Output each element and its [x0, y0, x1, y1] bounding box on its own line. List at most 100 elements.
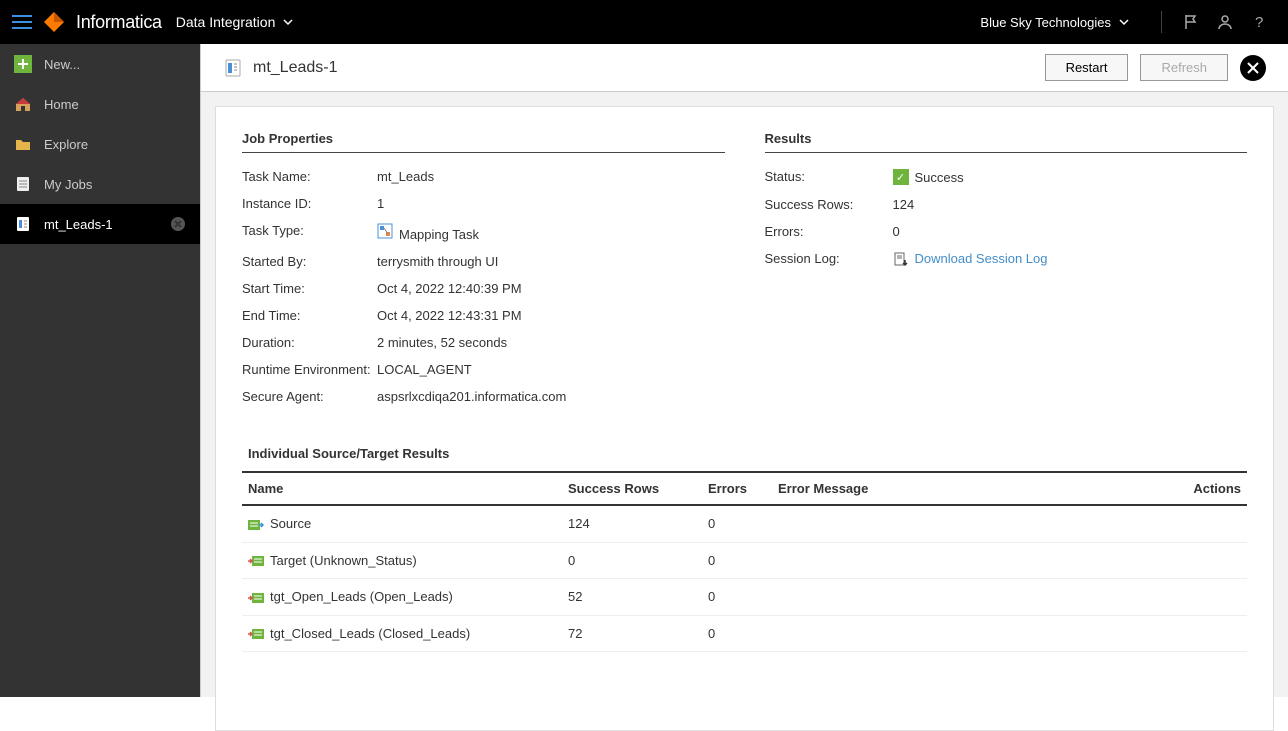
home-icon	[14, 95, 32, 113]
folder-icon	[14, 135, 32, 153]
row-error-message	[772, 542, 1167, 579]
label: End Time:	[242, 308, 377, 323]
results-section: Results Status:✓Success Success Rows:124…	[765, 131, 1248, 410]
runtime-env-value: LOCAL_AGENT	[377, 362, 472, 377]
duration-value: 2 minutes, 52 seconds	[377, 335, 507, 350]
end-time-value: Oct 4, 2022 12:43:31 PM	[377, 308, 522, 323]
chevron-down-icon	[281, 15, 295, 29]
row-success-rows: 72	[562, 615, 702, 652]
sidebar-item-label: My Jobs	[44, 177, 92, 192]
started-by-value: terrysmith through UI	[377, 254, 498, 269]
label: Runtime Environment:	[242, 362, 377, 377]
divider	[1161, 11, 1162, 33]
table-row: tgt_Closed_Leads (Closed_Leads) 720	[242, 615, 1247, 652]
download-session-log-link[interactable]: Download Session Log	[915, 251, 1048, 266]
col-errors: Errors	[702, 472, 772, 505]
secure-agent-value: aspsrlxcdiqa201.informatica.com	[377, 389, 566, 404]
label: Started By:	[242, 254, 377, 269]
row-errors: 0	[702, 579, 772, 616]
refresh-button: Refresh	[1140, 54, 1228, 81]
target-icon	[248, 591, 264, 605]
restart-button[interactable]: Restart	[1045, 54, 1129, 81]
row-actions	[1167, 615, 1247, 652]
user-icon[interactable]	[1216, 13, 1234, 31]
instance-id-value: 1	[377, 196, 384, 211]
success-rows-value: 124	[893, 197, 915, 212]
sidebar-item-label: New...	[44, 57, 80, 72]
page-header: mt_Leads-1 Restart Refresh	[201, 44, 1288, 92]
sidebar-item-explore[interactable]: Explore	[0, 124, 200, 164]
sidebar-item-home[interactable]: Home	[0, 84, 200, 124]
sidebar-item-new[interactable]: New...	[0, 44, 200, 84]
app-switcher[interactable]: Data Integration	[176, 14, 296, 30]
label: Duration:	[242, 335, 377, 350]
sidebar-item-myjobs[interactable]: My Jobs	[0, 164, 200, 204]
job-properties-section: Job Properties Task Name:mt_Leads Instan…	[242, 131, 725, 410]
section-title: Results	[765, 131, 1248, 146]
start-time-value: Oct 4, 2022 12:40:39 PM	[377, 281, 522, 296]
row-success-rows: 124	[562, 505, 702, 542]
table-row: Source 1240	[242, 505, 1247, 542]
mapping-task-icon	[377, 223, 393, 239]
org-name: Blue Sky Technologies	[980, 15, 1111, 30]
help-icon[interactable]: ?	[1250, 13, 1268, 31]
row-errors: 0	[702, 505, 772, 542]
sidebar-item-label: Home	[44, 97, 79, 112]
row-name: tgt_Closed_Leads (Closed_Leads)	[270, 626, 470, 641]
main-content: mt_Leads-1 Restart Refresh Job Propertie…	[200, 44, 1288, 697]
row-name: Target (Unknown_Status)	[270, 553, 417, 568]
label: Session Log:	[765, 251, 893, 268]
label: Start Time:	[242, 281, 377, 296]
col-name: Name	[242, 472, 562, 505]
row-success-rows: 0	[562, 542, 702, 579]
close-page-button[interactable]	[1240, 55, 1266, 81]
document-icon	[14, 215, 32, 233]
row-error-message	[772, 615, 1167, 652]
row-errors: 0	[702, 615, 772, 652]
table-title: Individual Source/Target Results	[248, 446, 1247, 461]
session-log-value: Download Session Log	[893, 251, 1048, 268]
plus-icon	[14, 55, 32, 73]
success-check-icon: ✓	[893, 169, 909, 185]
org-switcher[interactable]: Blue Sky Technologies	[980, 15, 1131, 30]
row-success-rows: 52	[562, 579, 702, 616]
app-name: Data Integration	[176, 14, 276, 30]
row-name: tgt_Open_Leads (Open_Leads)	[270, 589, 453, 604]
document-icon	[14, 175, 32, 193]
row-name: Source	[270, 516, 311, 531]
section-title: Job Properties	[242, 131, 725, 146]
col-success-rows: Success Rows	[562, 472, 702, 505]
row-actions	[1167, 505, 1247, 542]
errors-value: 0	[893, 224, 900, 239]
hamburger-icon[interactable]	[12, 14, 32, 30]
label: Secure Agent:	[242, 389, 377, 404]
col-error-message: Error Message	[772, 472, 1167, 505]
svg-text:?: ?	[1255, 14, 1263, 31]
label: Task Name:	[242, 169, 377, 184]
task-name-link[interactable]: mt_Leads	[377, 169, 434, 184]
row-actions	[1167, 579, 1247, 616]
top-bar: Informatica Data Integration Blue Sky Te…	[0, 0, 1288, 44]
label: Instance ID:	[242, 196, 377, 211]
label: Task Type:	[242, 223, 377, 242]
row-errors: 0	[702, 542, 772, 579]
chevron-down-icon	[1117, 15, 1131, 29]
row-error-message	[772, 579, 1167, 616]
target-icon	[248, 627, 264, 641]
row-error-message	[772, 505, 1167, 542]
brand-logo-icon	[42, 10, 66, 34]
flag-icon[interactable]	[1182, 13, 1200, 31]
download-icon	[893, 252, 909, 268]
label: Errors:	[765, 224, 893, 239]
sidebar-item-mt-leads-1[interactable]: mt_Leads-1	[0, 204, 200, 244]
col-actions: Actions	[1167, 472, 1247, 505]
sidebar-item-label: mt_Leads-1	[44, 217, 113, 232]
results-table: Name Success Rows Errors Error Message A…	[242, 471, 1247, 652]
brand-text: Informatica	[76, 12, 162, 33]
close-tab-icon[interactable]	[170, 216, 186, 232]
table-row: tgt_Open_Leads (Open_Leads) 520	[242, 579, 1247, 616]
task-type-value: Mapping Task	[377, 223, 479, 242]
label: Status:	[765, 169, 893, 185]
document-icon	[223, 58, 243, 78]
source-icon	[248, 518, 264, 532]
